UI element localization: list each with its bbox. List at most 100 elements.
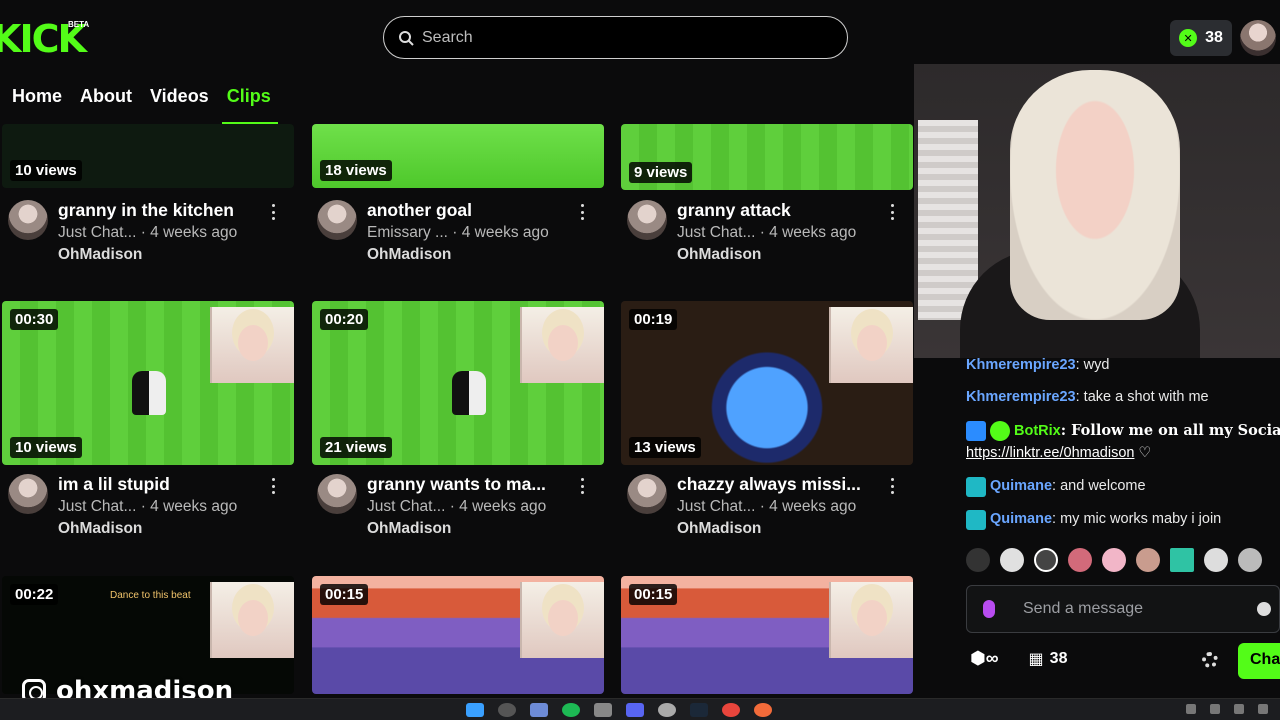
- more-options-icon[interactable]: [579, 204, 585, 220]
- chevron-up-icon[interactable]: [1186, 704, 1196, 714]
- search-taskbar-icon[interactable]: [498, 703, 516, 717]
- emote-icon[interactable]: [1170, 548, 1194, 572]
- channel-avatar[interactable]: [8, 200, 48, 240]
- more-options-icon[interactable]: [270, 478, 276, 494]
- more-options-icon[interactable]: [889, 478, 895, 494]
- clip-thumbnail[interactable]: 00:19 13 views: [621, 301, 913, 465]
- clip-thumbnail[interactable]: 00:15: [621, 576, 913, 694]
- clip-title[interactable]: granny in the kitchen: [58, 200, 234, 221]
- channel-avatar[interactable]: [627, 200, 667, 240]
- chat-username[interactable]: Khmerempire23: [966, 389, 1076, 405]
- app-icon[interactable]: [594, 703, 612, 717]
- chat-input[interactable]: Send a message: [966, 585, 1280, 633]
- clip-title[interactable]: another goal: [367, 200, 472, 221]
- clip-owner[interactable]: OhMadison: [677, 246, 761, 264]
- clip-thumbnail[interactable]: 00:30 10 views: [2, 301, 294, 465]
- chat-link[interactable]: https://linktr.ee/0hmadison: [966, 445, 1134, 461]
- user-avatar[interactable]: [1240, 20, 1276, 56]
- view-count: 10 views: [10, 160, 82, 181]
- more-options-icon[interactable]: [889, 204, 895, 220]
- chat-footer: ⬢∞ ▦ 38: [970, 648, 1067, 669]
- clip-thumbnail[interactable]: 00:20 21 views: [312, 301, 604, 465]
- clip-thumbnail[interactable]: 18 views: [312, 124, 604, 188]
- hype-emote-icon[interactable]: [1204, 548, 1228, 572]
- clip-owner[interactable]: OhMadison: [367, 246, 451, 264]
- windows-start-icon[interactable]: [466, 703, 484, 717]
- microphone-tray-icon[interactable]: [1210, 704, 1220, 714]
- chat-username[interactable]: Khmerempire23: [966, 357, 1076, 373]
- channel-avatar[interactable]: [8, 474, 48, 514]
- emote-icon[interactable]: [1102, 548, 1126, 572]
- clip-owner[interactable]: OhMadison: [677, 520, 761, 538]
- clip-age: · 4 weeks ago: [140, 224, 238, 241]
- emote-icon[interactable]: [1068, 548, 1092, 572]
- kick-points-icon[interactable]: ⬢∞: [970, 648, 999, 669]
- task-view-icon[interactable]: [530, 703, 548, 717]
- clip-owner[interactable]: OhMadison: [58, 246, 142, 264]
- channel-tabs: Home About Videos Clips: [12, 86, 271, 107]
- wifi-icon[interactable]: [1234, 704, 1244, 714]
- chat-username[interactable]: Quimane: [990, 511, 1052, 527]
- tab-clips[interactable]: Clips: [227, 86, 271, 107]
- clip-title[interactable]: im a lil stupid: [58, 474, 170, 495]
- browser-icon[interactable]: [754, 703, 772, 717]
- kick-coins-button[interactable]: ✕ 38: [1170, 20, 1232, 56]
- emote-icon[interactable]: [966, 548, 990, 572]
- webcam-overlay: [520, 307, 604, 383]
- clip-thumbnail[interactable]: 10 views: [2, 124, 294, 188]
- chat-username[interactable]: BotRix: [1014, 423, 1061, 439]
- emote-icon[interactable]: [1238, 548, 1262, 572]
- chat-settings-gear-icon[interactable]: [1202, 652, 1218, 668]
- obs-icon[interactable]: [658, 703, 676, 717]
- chat-send-button[interactable]: Chat: [1238, 643, 1280, 679]
- clip-duration: 00:20: [320, 309, 369, 330]
- steam-icon[interactable]: [690, 703, 708, 717]
- heart-emote-icon[interactable]: [1034, 548, 1058, 572]
- clip-title[interactable]: granny attack: [677, 200, 791, 221]
- clip-age: · 4 weeks ago: [759, 224, 857, 241]
- more-options-icon[interactable]: [270, 204, 276, 220]
- clip-owner[interactable]: OhMadison: [367, 520, 451, 538]
- tab-about[interactable]: About: [80, 86, 132, 107]
- beta-label: BETA: [68, 20, 90, 29]
- volume-icon[interactable]: [1258, 704, 1268, 714]
- clip-owner[interactable]: OhMadison: [58, 520, 142, 538]
- channel-avatar[interactable]: [627, 474, 667, 514]
- clip-category: Just Chat...: [58, 224, 137, 241]
- emoji-icon[interactable]: [1257, 602, 1271, 616]
- discord-icon[interactable]: [626, 703, 644, 717]
- search-input[interactable]: [422, 28, 802, 47]
- clip-thumbnail[interactable]: 00:15: [312, 576, 604, 694]
- clip-title[interactable]: granny wants to ma...: [367, 474, 546, 495]
- chat-username[interactable]: Quimane: [990, 478, 1052, 494]
- subscriber-badge-icon: [966, 477, 986, 497]
- emote-icon[interactable]: [1000, 548, 1024, 572]
- channel-avatar[interactable]: [317, 200, 357, 240]
- view-count: 9 views: [629, 162, 693, 183]
- chat-message: Quimane: and welcome: [990, 478, 1146, 494]
- channel-avatar[interactable]: [317, 474, 357, 514]
- taskbar-apps: [466, 703, 772, 717]
- clip-category-age: Just Chat... · 4 weeks ago: [58, 224, 237, 242]
- more-options-icon[interactable]: [579, 478, 585, 494]
- avatar-figure: [452, 371, 486, 415]
- clip-thumbnail[interactable]: 9 views: [621, 124, 913, 190]
- search-bar[interactable]: [383, 16, 848, 59]
- microphone-icon[interactable]: [983, 600, 995, 618]
- os-taskbar: [0, 698, 1280, 720]
- chrome-icon[interactable]: [722, 703, 740, 717]
- spotify-icon[interactable]: [562, 703, 580, 717]
- clip-overlay-text: Dance to this beat: [110, 590, 191, 601]
- store-icon[interactable]: ▦: [1029, 649, 1044, 669]
- clip-title[interactable]: chazzy always missi...: [677, 474, 861, 495]
- clip-category: Just Chat...: [367, 498, 446, 515]
- chat-message-link: https://linktr.ee/0hmadison ♡: [966, 445, 1152, 461]
- webcam-pillow: [918, 120, 978, 320]
- view-count: 18 views: [320, 160, 392, 181]
- emote-icon[interactable]: [1136, 548, 1160, 572]
- chat-message: Quimane: my mic works maby i join: [990, 511, 1221, 527]
- system-tray: [1186, 704, 1268, 714]
- tab-home[interactable]: Home: [12, 86, 62, 107]
- view-count: 10 views: [10, 437, 82, 458]
- tab-videos[interactable]: Videos: [150, 86, 209, 107]
